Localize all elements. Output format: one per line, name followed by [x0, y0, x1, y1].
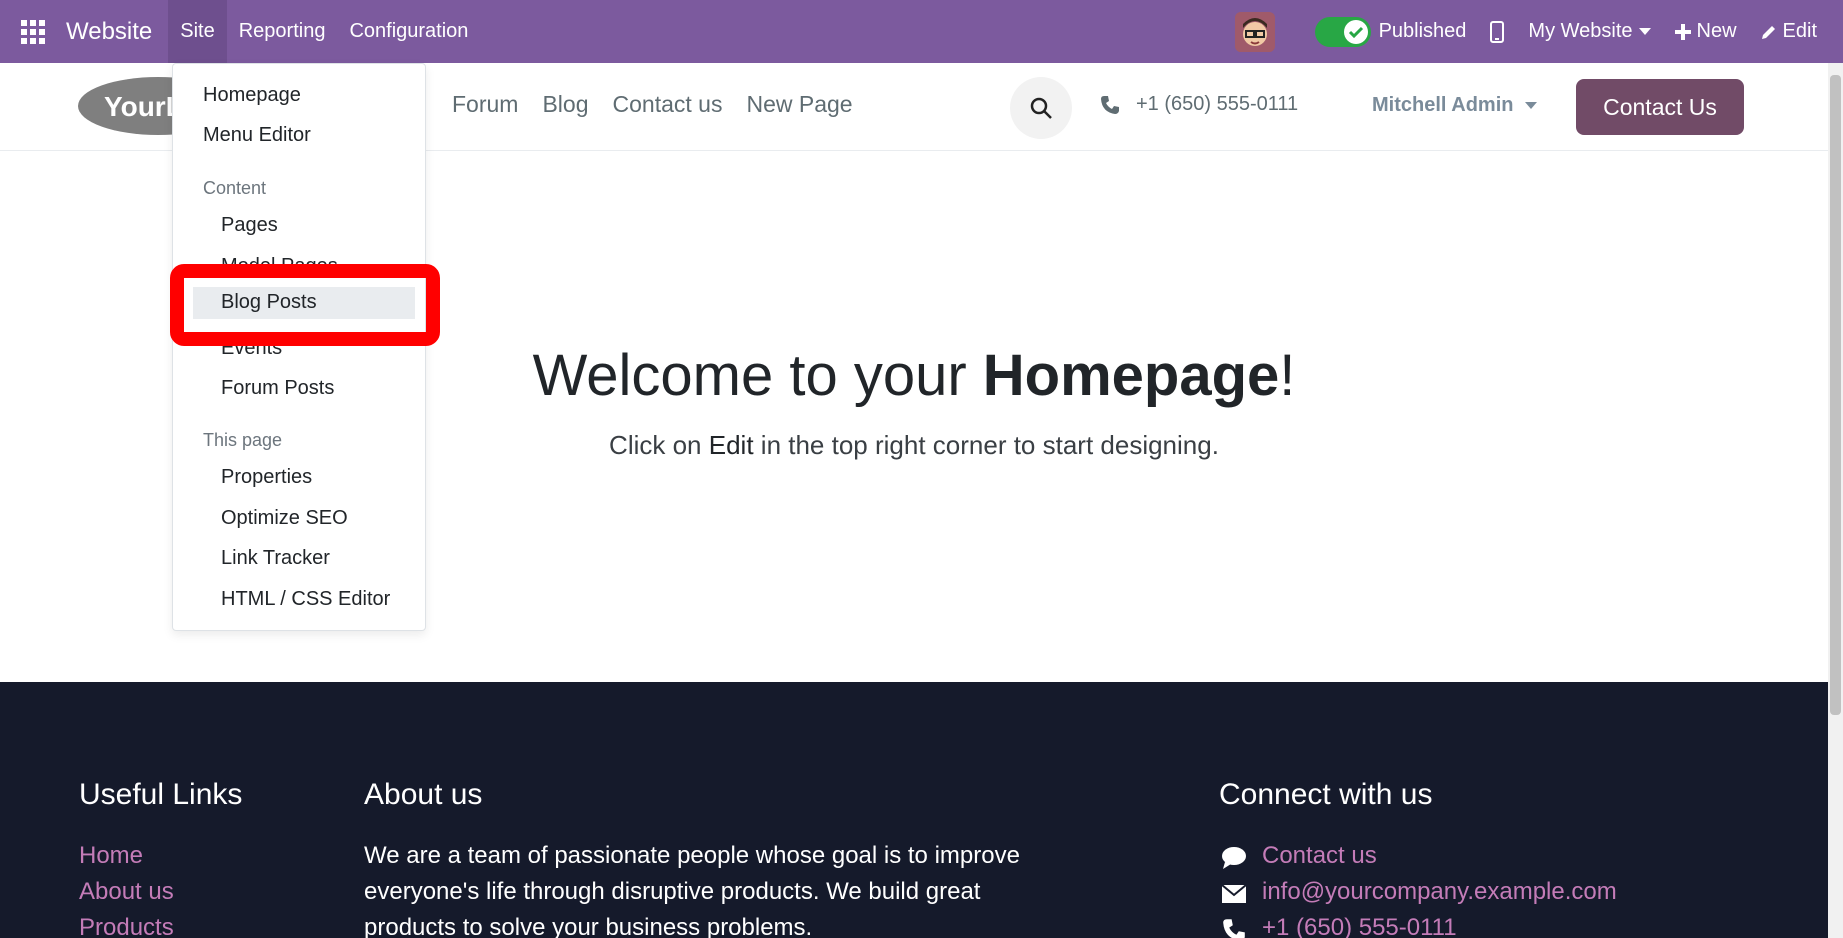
mobile-icon: [1490, 20, 1505, 43]
published-label: Published: [1378, 20, 1467, 42]
apps-menu-icon[interactable]: [0, 0, 66, 63]
dd-homepage[interactable]: Homepage: [173, 84, 425, 107]
footer-about-line-3: products to solve your business problems…: [364, 914, 813, 938]
menu-site[interactable]: Site: [168, 0, 227, 63]
footer-email-link[interactable]: info@yourcompany.example.com: [1262, 878, 1617, 906]
user-avatar[interactable]: [1234, 11, 1275, 52]
phone-icon: [1223, 919, 1245, 938]
menu-reporting[interactable]: Reporting: [227, 0, 338, 63]
header-phone-label: +1 (650) 555-0111: [1136, 93, 1299, 115]
dd-html-css-editor[interactable]: HTML / CSS Editor: [173, 588, 425, 611]
search-button[interactable]: [1010, 77, 1072, 139]
page-scrollbar[interactable]: [1828, 63, 1843, 938]
dd-link-tracker[interactable]: Link Tracker: [173, 547, 425, 570]
dd-blog-posts[interactable]: Blog Posts: [193, 287, 415, 319]
website-selector-label: My Website: [1528, 20, 1633, 42]
new-button[interactable]: New: [1674, 20, 1737, 43]
website-selector[interactable]: My Website: [1528, 20, 1651, 43]
dd-pages[interactable]: Pages: [173, 214, 425, 237]
dd-forum-posts[interactable]: Forum Posts: [173, 377, 425, 400]
search-icon: [1030, 97, 1052, 119]
nav-forum[interactable]: Forum: [452, 91, 518, 118]
dd-this-page-header: This page: [203, 430, 283, 450]
scroll-thumb[interactable]: [1830, 75, 1841, 715]
nav-blog[interactable]: Blog: [542, 91, 588, 118]
footer-connect-title: Connect with us: [1219, 778, 1433, 811]
site-footer: Useful Links Home About us Products Abou…: [0, 682, 1828, 938]
footer-about-title: About us: [364, 778, 483, 811]
user-menu[interactable]: Mitchell Admin: [1372, 94, 1538, 117]
nav-new-page[interactable]: New Page: [746, 91, 852, 118]
comment-icon: [1222, 847, 1246, 869]
nav-contact-us[interactable]: Contact us: [613, 91, 723, 118]
dd-optimize-seo[interactable]: Optimize SEO: [173, 507, 425, 530]
dd-properties[interactable]: Properties: [173, 466, 425, 489]
contact-us-button[interactable]: Contact Us: [1576, 79, 1744, 135]
user-name: Mitchell Admin: [1372, 94, 1514, 116]
footer-about-line-1: We are a team of passionate people whose…: [364, 842, 1020, 869]
caret-down-icon: [1525, 101, 1538, 109]
site-dropdown-menu: Homepage Menu Editor Content Pages Model…: [172, 63, 426, 631]
app-title[interactable]: Website: [66, 18, 152, 46]
dd-menu-editor[interactable]: Menu Editor: [173, 124, 425, 147]
dd-content-header: Content: [203, 178, 267, 198]
check-icon: [1343, 19, 1368, 44]
new-label: New: [1696, 20, 1737, 42]
footer-link-home[interactable]: Home: [79, 842, 143, 870]
phone-icon: [1101, 95, 1119, 114]
footer-link-products[interactable]: Products: [79, 914, 174, 938]
pencil-icon: [1761, 25, 1775, 39]
site-nav: Forum Blog Contact us New Page: [452, 91, 853, 118]
caret-down-icon: [1638, 27, 1651, 35]
footer-link-about[interactable]: About us: [79, 878, 174, 906]
published-toggle[interactable]: [1314, 16, 1371, 47]
header-phone[interactable]: +1 (650) 555-0111: [1100, 93, 1298, 116]
footer-phone-link[interactable]: +1 (650) 555-0111: [1262, 914, 1457, 938]
edit-label: Edit: [1782, 20, 1817, 42]
envelope-icon: [1221, 884, 1247, 903]
mobile-preview-button[interactable]: [1490, 20, 1505, 43]
plus-icon: [1674, 23, 1691, 40]
admin-navbar: Website Site Reporting Configuration Pub…: [0, 0, 1843, 63]
footer-contact-link[interactable]: Contact us: [1262, 842, 1377, 870]
menu-configuration[interactable]: Configuration: [337, 0, 480, 63]
footer-about-line-2: everyone's life through disruptive produ…: [364, 878, 981, 905]
footer-useful-links-title: Useful Links: [79, 778, 243, 811]
edit-button[interactable]: Edit: [1761, 20, 1817, 43]
